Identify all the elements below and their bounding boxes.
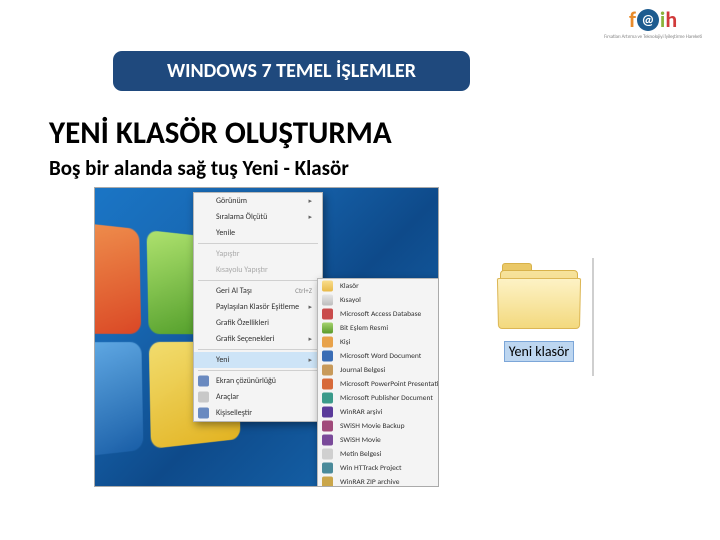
context-menu-item[interactable]: Yapıştır <box>194 246 322 262</box>
submenu-item-icon <box>322 281 333 292</box>
submenu-item-icon <box>322 463 333 474</box>
submenu-item-icon <box>322 393 333 404</box>
submenu-item[interactable]: SWiSH Movie Backup <box>318 419 439 433</box>
new-submenu[interactable]: Klasör Kısayol Microsoft Access Database Bi… <box>317 278 439 487</box>
folder-icon <box>498 266 580 332</box>
logo-subtitle: Fırsatları Artırma ve Teknolojiyi İyileş… <box>604 34 702 40</box>
submenu-item[interactable]: Kişi <box>318 335 439 349</box>
submenu-item-icon <box>322 365 333 376</box>
instruction-text: Boş bir alanda sağ tuş Yeni - Klasör <box>49 155 349 181</box>
context-menu-item[interactable]: Araçlar <box>194 389 322 405</box>
submenu-item-label: SWiSH Movie <box>340 436 381 445</box>
submenu-item-icon <box>322 421 333 432</box>
submenu-item[interactable]: Microsoft Access Database <box>318 307 439 321</box>
menu-item-label: Grafik Seçenekleri <box>216 334 274 344</box>
context-menu-item[interactable]: Grafik Seçenekleri <box>194 331 322 347</box>
submenu-item-label: Kısayol <box>340 296 361 305</box>
submenu-item-label: WinRAR arşivi <box>340 408 382 417</box>
context-menu-item[interactable]: Yeni <box>194 352 322 368</box>
submenu-item[interactable]: Microsoft Publisher Document <box>318 391 439 405</box>
context-menu-item[interactable]: Kısayolu Yapıştır <box>194 262 322 278</box>
submenu-item[interactable]: Kısayol <box>318 293 439 307</box>
menu-item-label: Paylaşılan Klasör Eşitleme <box>216 302 299 312</box>
menu-item-label: Yeni <box>216 355 229 365</box>
submenu-item-icon <box>322 337 333 348</box>
context-menu-item[interactable]: Kişiselleştir <box>194 405 322 421</box>
menu-separator <box>198 349 318 350</box>
submenu-item-label: WinRAR ZIP archive <box>340 478 399 487</box>
menu-item-label: Yapıştır <box>216 249 240 259</box>
submenu-item-label: Win HTTrack Project <box>340 464 402 473</box>
flag-red-quadrant <box>94 217 141 334</box>
submenu-item[interactable]: Win HTTrack Project <box>318 461 439 475</box>
submenu-item-icon <box>322 379 333 390</box>
submenu-item-icon <box>322 323 333 334</box>
menu-item-label: Geri Al Taşı <box>216 286 252 296</box>
submenu-item-label: Metin Belgesi <box>340 450 381 459</box>
menu-item-icon <box>198 392 209 403</box>
logo-letter-f: f <box>629 6 636 33</box>
submenu-item-icon <box>322 477 333 488</box>
menu-separator <box>198 243 318 244</box>
new-folder-result: Yeni klasör <box>488 258 590 376</box>
menu-separator <box>198 280 318 281</box>
logo-at-icon: @ <box>637 9 659 31</box>
folder-name-editbox[interactable]: Yeni klasör <box>504 341 575 362</box>
menu-item-icon <box>198 376 209 387</box>
submenu-item[interactable]: Journal Belgesi <box>318 363 439 377</box>
context-menu-item[interactable]: Yenile <box>194 225 322 241</box>
context-menu-item[interactable]: Görünüm <box>194 193 322 209</box>
result-divider <box>592 258 594 376</box>
logo-letter-h: h <box>665 6 677 33</box>
submenu-item-label: SWiSH Movie Backup <box>340 422 405 431</box>
submenu-item[interactable]: Metin Belgesi <box>318 447 439 461</box>
menu-item-label: Araçlar <box>216 392 239 402</box>
menu-item-label: Kişiselleştir <box>216 408 252 418</box>
flag-blue-quadrant <box>94 342 143 462</box>
context-menu-item[interactable]: Geri Al Taşı Ctrl+Z <box>194 283 322 299</box>
submenu-item-icon <box>322 407 333 418</box>
menu-item-label: Grafik Özellikleri <box>216 318 269 328</box>
page-heading: YENİ KLASÖR OLUŞTURMA <box>49 114 392 152</box>
menu-item-label: Yenile <box>216 228 235 238</box>
menu-item-shortcut: Ctrl+Z <box>295 286 312 296</box>
submenu-item-icon <box>322 435 333 446</box>
context-menu-item[interactable]: Paylaşılan Klasör Eşitleme <box>194 299 322 315</box>
submenu-item[interactable]: Klasör <box>318 279 439 293</box>
fatih-logo: f @ i h Fırsatları Artırma ve Teknolojiy… <box>604 6 702 40</box>
banner-text: WINDOWS 7 TEMEL İŞLEMLER <box>167 59 416 83</box>
submenu-item-label: Microsoft Publisher Document <box>340 394 433 403</box>
menu-item-icon <box>198 408 209 419</box>
folder-front <box>497 278 581 329</box>
submenu-item[interactable]: Microsoft PowerPoint Presentation <box>318 377 439 391</box>
desktop-context-menu[interactable]: Görünüm Sıralama Ölçütü Yenile Yapıştır Kısa… <box>193 192 323 422</box>
context-menu-item[interactable]: Ekran çözünürlüğü <box>194 373 322 389</box>
slide-title-banner: WINDOWS 7 TEMEL İŞLEMLER <box>113 51 470 91</box>
submenu-item[interactable]: WinRAR arşivi <box>318 405 439 419</box>
submenu-item[interactable]: SWiSH Movie <box>318 433 439 447</box>
menu-item-label: Görünüm <box>216 196 247 206</box>
logo-text: f @ i h <box>629 6 677 33</box>
submenu-item-icon <box>322 449 333 460</box>
menu-item-label: Sıralama Ölçütü <box>216 212 267 222</box>
submenu-item-icon <box>322 351 333 362</box>
submenu-item-icon <box>322 309 333 320</box>
submenu-item-label: Kişi <box>340 338 350 347</box>
submenu-item[interactable]: Bit Eşlem Resmi <box>318 321 439 335</box>
menu-separator <box>198 370 318 371</box>
submenu-item[interactable]: WinRAR ZIP archive <box>318 475 439 487</box>
submenu-item-label: Microsoft PowerPoint Presentation <box>340 380 439 389</box>
submenu-item[interactable]: Microsoft Word Document <box>318 349 439 363</box>
submenu-item-label: Bit Eşlem Resmi <box>340 324 388 333</box>
context-menu-item[interactable]: Grafik Özellikleri <box>194 315 322 331</box>
menu-item-label: Kısayolu Yapıştır <box>216 265 268 275</box>
context-menu-item[interactable]: Sıralama Ölçütü <box>194 209 322 225</box>
submenu-item-icon <box>322 295 333 306</box>
submenu-item-label: Microsoft Access Database <box>340 310 421 319</box>
desktop-screenshot: Görünüm Sıralama Ölçütü Yenile Yapıştır Kısa… <box>94 187 439 487</box>
menu-item-label: Ekran çözünürlüğü <box>216 376 276 386</box>
submenu-item-label: Journal Belgesi <box>340 366 385 375</box>
submenu-item-label: Klasör <box>340 282 359 291</box>
submenu-item-label: Microsoft Word Document <box>340 352 421 361</box>
